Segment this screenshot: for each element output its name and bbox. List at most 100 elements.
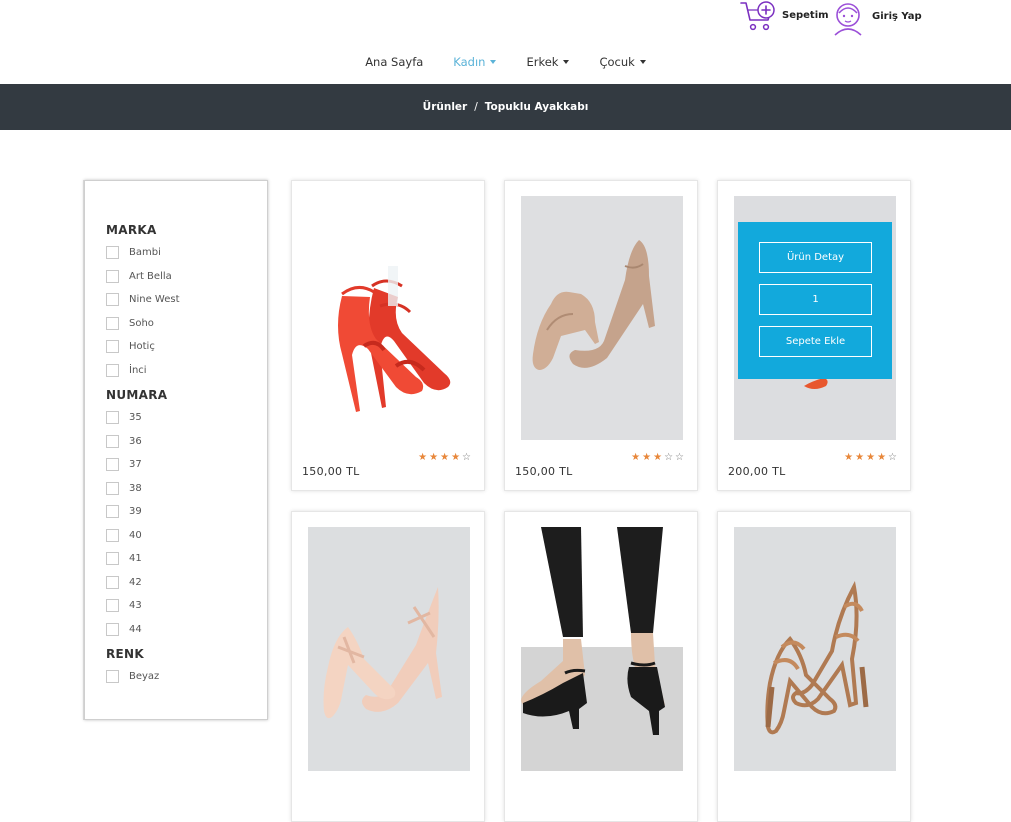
nav-item-label: Çocuk [599, 55, 635, 69]
checkbox[interactable] [106, 528, 119, 542]
nav-item-women[interactable]: Kadın [453, 50, 497, 74]
filter-option-label: Bambi [129, 247, 161, 259]
filter-option[interactable]: 44 [106, 618, 267, 642]
nav-item-label: Erkek [526, 55, 559, 69]
star-filled-icon: ★ [440, 452, 452, 463]
checkbox[interactable] [106, 575, 119, 589]
product-card[interactable]: ★★★☆☆ 150,00 TL [504, 180, 698, 491]
filter-option[interactable]: 42 [106, 571, 267, 595]
rating-stars: ★★★☆☆ [631, 452, 686, 463]
brand-filter: MARKA Bambi Art Bella Nine West Soho Hotiç İn… [106, 221, 267, 382]
product-image[interactable] [521, 527, 683, 771]
login-label: Giriş Yap [872, 10, 922, 22]
star-filled-icon: ★ [653, 452, 665, 463]
rating-stars: ★★★★☆ [844, 452, 899, 463]
checkbox[interactable] [106, 552, 119, 566]
chevron-down-icon [563, 60, 570, 64]
filter-option-label: İnci [129, 364, 147, 376]
filter-option[interactable]: 43 [106, 594, 267, 618]
filter-option[interactable]: Nine West [106, 288, 267, 312]
user-avatar-icon [834, 3, 862, 36]
size-filter: NUMARA 35 36 37 38 39 40 41 42 43 44 [106, 386, 267, 641]
product-image[interactable] [734, 527, 896, 771]
checkbox[interactable] [106, 246, 119, 260]
nav-item-label: Ana Sayfa [365, 55, 424, 69]
filter-option-label: Hotiç [129, 341, 155, 353]
product-card[interactable] [717, 511, 911, 822]
breadcrumb: Ürünler / Topuklu Ayakkabı [0, 84, 1011, 130]
checkbox[interactable] [106, 293, 119, 307]
filter-option[interactable]: 37 [106, 453, 267, 477]
breadcrumb-parent[interactable]: Ürünler [423, 101, 468, 113]
checkbox[interactable] [106, 434, 119, 448]
checkbox[interactable] [106, 340, 119, 354]
product-card[interactable] [504, 511, 698, 822]
nav-item-men[interactable]: Erkek [526, 50, 570, 74]
chevron-down-icon [639, 60, 646, 64]
star-filled-icon: ★ [844, 452, 856, 463]
size-options: 35 36 37 38 39 40 41 42 43 44 [106, 406, 267, 641]
checkbox[interactable] [106, 505, 119, 519]
checkbox[interactable] [106, 670, 119, 684]
star-empty-icon: ☆ [675, 452, 686, 463]
color-options: Beyaz [106, 665, 267, 689]
product-detail-button[interactable]: Ürün Detay [759, 242, 872, 273]
filter-option-label: 37 [129, 459, 142, 471]
checkbox[interactable] [106, 269, 119, 283]
checkbox[interactable] [106, 622, 119, 636]
product-price: 150,00 TL [302, 465, 360, 478]
cart-link[interactable]: Sepetim [740, 0, 829, 34]
filter-option[interactable]: 39 [106, 500, 267, 524]
filter-option-label: Beyaz [129, 671, 160, 683]
star-empty-icon: ☆ [664, 452, 676, 463]
product-card[interactable] [291, 511, 485, 822]
filter-option[interactable]: 35 [106, 406, 267, 430]
breadcrumb-current: Topuklu Ayakkabı [484, 101, 589, 113]
add-to-cart-button[interactable]: Sepete Ekle [759, 326, 872, 357]
filter-option-label: 39 [129, 506, 142, 518]
filter-option[interactable]: 36 [106, 430, 267, 454]
login-link[interactable]: Giriş Yap [830, 0, 922, 36]
nav-item-home[interactable]: Ana Sayfa [365, 50, 423, 74]
filter-option[interactable]: Art Bella [106, 265, 267, 289]
filter-option[interactable]: 41 [106, 547, 267, 571]
star-filled-icon: ★ [451, 452, 463, 463]
star-filled-icon: ★ [418, 452, 430, 463]
nav-item-label: Kadın [453, 55, 486, 69]
filter-option-label: 38 [129, 482, 142, 494]
filter-option[interactable]: Soho [106, 312, 267, 336]
product-card[interactable]: Ürün Detay Sepete Ekle ★★★★☆ 200,00 TL [717, 180, 911, 491]
checkbox[interactable] [106, 599, 119, 613]
product-price: 200,00 TL [728, 465, 786, 478]
filter-option[interactable]: Beyaz [106, 665, 267, 689]
filter-option-label: 43 [129, 600, 142, 612]
product-price: 150,00 TL [515, 465, 573, 478]
filter-option[interactable]: Bambi [106, 241, 267, 265]
star-filled-icon: ★ [429, 452, 441, 463]
checkbox[interactable] [106, 411, 119, 425]
quantity-input[interactable] [759, 284, 872, 315]
filter-title-color: RENK [106, 647, 144, 661]
filter-option[interactable]: Hotiç [106, 335, 267, 359]
filter-option-label: 44 [129, 623, 142, 635]
star-filled-icon: ★ [855, 452, 867, 463]
checkbox[interactable] [106, 481, 119, 495]
product-image[interactable] [521, 196, 683, 440]
filter-sidebar: MARKA Bambi Art Bella Nine West Soho Hotiç İn… [84, 180, 268, 720]
filter-option[interactable]: İnci [106, 359, 267, 383]
checkbox[interactable] [106, 458, 119, 472]
filter-option-label: Soho [129, 317, 154, 329]
main-navigation: Ana Sayfa Kadın Erkek Çocuk [0, 50, 1011, 74]
filter-option-label: 41 [129, 553, 142, 565]
filter-option[interactable]: 40 [106, 524, 267, 548]
nav-item-kids[interactable]: Çocuk [599, 50, 646, 74]
product-image[interactable] [308, 527, 470, 771]
checkbox[interactable] [106, 316, 119, 330]
filter-option[interactable]: 38 [106, 477, 267, 501]
product-image[interactable] [308, 196, 470, 440]
product-card[interactable]: ★★★★☆ 150,00 TL [291, 180, 485, 491]
filter-option-label: 36 [129, 435, 142, 447]
filter-option-label: 35 [129, 412, 142, 424]
checkbox[interactable] [106, 363, 119, 377]
shopping-cart-icon [740, 1, 775, 31]
